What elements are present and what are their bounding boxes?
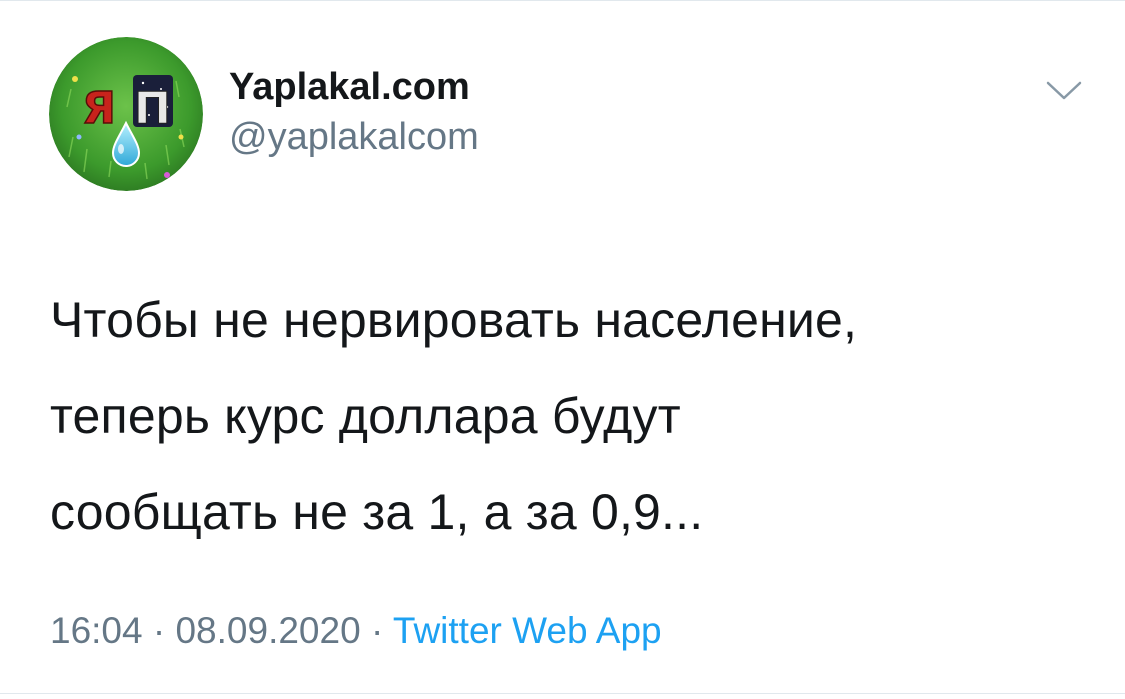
svg-text:Я: Я: [82, 83, 116, 134]
meta-separator: ·: [142, 610, 176, 651]
chevron-down-icon[interactable]: [1044, 78, 1084, 104]
tweet-source-link[interactable]: Twitter Web App: [393, 610, 662, 651]
avatar-image: Я П: [49, 37, 203, 191]
svg-text:П: П: [134, 83, 171, 134]
tweet-time[interactable]: 16:04: [50, 610, 143, 651]
tweet-meta: 16:04 · 08.09.2020 · Twitter Web App: [50, 606, 662, 656]
bottom-divider: [0, 693, 1125, 694]
tweet-date[interactable]: 08.09.2020: [175, 610, 360, 651]
tweet-text: Чтобы не нервировать население, теперь к…: [50, 292, 858, 540]
display-name[interactable]: Yaplakal.com: [229, 62, 479, 112]
avatar[interactable]: Я П: [49, 37, 203, 191]
meta-separator: ·: [360, 610, 393, 651]
author-block[interactable]: Yaplakal.com @yaplakalcom: [229, 62, 479, 162]
user-handle[interactable]: @yaplakalcom: [229, 112, 479, 162]
tweet-card: Я П Yaplakal.com @yaplakalcom Чтобы не н…: [0, 0, 1125, 699]
